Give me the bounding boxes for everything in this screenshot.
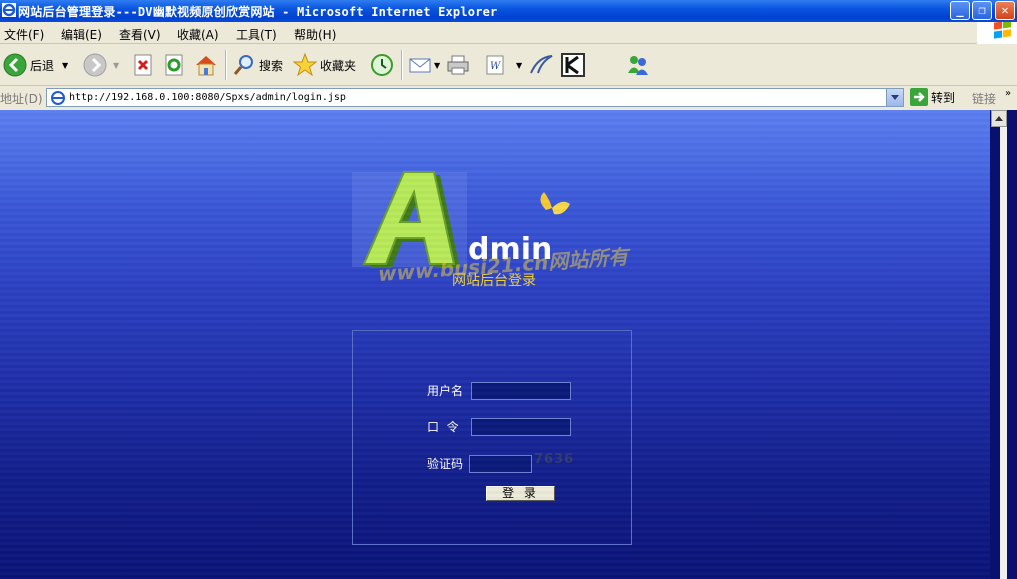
search-button[interactable]: 搜索 xyxy=(232,52,283,78)
search-label: 搜索 xyxy=(259,58,284,73)
menu-tools[interactable]: 工具(T) xyxy=(236,26,277,43)
address-url: http://192.168.0.100:8080/Spxs/admin/log… xyxy=(69,92,346,103)
stop-icon xyxy=(134,54,152,76)
print-button[interactable] xyxy=(446,52,470,78)
mail-icon xyxy=(409,58,431,73)
captcha-image[interactable]: 7636 xyxy=(534,452,574,467)
menu-help[interactable]: 帮助(H) xyxy=(294,26,336,43)
menu-favorites[interactable]: 收藏(A) xyxy=(177,26,219,43)
svg-text:W: W xyxy=(490,61,501,72)
kaspersky-icon xyxy=(561,53,585,77)
favorites-star-icon xyxy=(293,53,317,77)
window-title-bar[interactable]: 网站后台管理登录---DV幽默视频原创欣赏网站 - Microsoft Inte… xyxy=(0,0,1017,22)
history-icon xyxy=(371,54,393,76)
captcha-input[interactable] xyxy=(469,455,532,473)
address-dropdown-icon[interactable] xyxy=(886,89,903,106)
go-arrow-icon xyxy=(910,88,928,106)
favorites-button[interactable]: 收藏夹 xyxy=(293,52,356,78)
menu-file[interactable]: 文件(F) xyxy=(4,26,44,43)
page-content: dmin www.busi21.cn网站所有 网站后台登录 用户名 口 令 验证… xyxy=(0,110,990,579)
menu-bar: 文件(F) 编辑(E) 查看(V) 收藏(A) 工具(T) 帮助(H) xyxy=(0,20,1017,44)
print-icon xyxy=(447,55,469,75)
username-input[interactable] xyxy=(471,382,571,400)
back-label: 后退 xyxy=(30,58,55,73)
scroll-up-button[interactable] xyxy=(991,110,1007,127)
address-input[interactable]: http://192.168.0.100:8080/Spxs/admin/log… xyxy=(46,88,904,107)
menu-edit[interactable]: 编辑(E) xyxy=(61,26,102,43)
back-button[interactable]: 后退 ▼ xyxy=(3,52,68,78)
scrollbar-track[interactable] xyxy=(1000,110,1007,579)
messenger-icon xyxy=(628,56,648,75)
go-button[interactable]: 转到 xyxy=(910,88,955,106)
edit-dropdown-icon[interactable]: ▼ xyxy=(516,61,522,70)
search-icon xyxy=(233,55,253,75)
discuss-button[interactable] xyxy=(528,52,554,78)
menu-view[interactable]: 查看(V) xyxy=(119,26,161,43)
close-button[interactable]: ✕ xyxy=(995,1,1015,20)
login-button[interactable]: 登 录 xyxy=(486,486,555,501)
kaspersky-button[interactable] xyxy=(561,52,585,78)
restore-button[interactable]: ❐ xyxy=(972,1,992,20)
vertical-scrollbar[interactable] xyxy=(990,110,1017,579)
password-input[interactable] xyxy=(471,418,571,436)
forward-icon xyxy=(83,53,107,77)
address-bar: 地址(D) http://192.168.0.100:8080/Spxs/adm… xyxy=(0,86,1017,110)
back-icon xyxy=(3,53,27,77)
stop-button[interactable] xyxy=(133,52,153,78)
links-label[interactable]: 链接 xyxy=(972,90,996,107)
page-icon xyxy=(51,91,65,105)
toolbar-separator xyxy=(401,50,403,80)
window-title: 网站后台管理登录---DV幽默视频原创欣赏网站 - Microsoft Inte… xyxy=(18,5,498,19)
refresh-icon xyxy=(165,54,183,76)
login-panel: 用户名 口 令 验证码 7636 登 录 xyxy=(352,330,632,545)
history-button[interactable] xyxy=(370,52,394,78)
windows-logo-icon xyxy=(977,20,1017,44)
messenger-button[interactable] xyxy=(626,52,650,78)
go-label: 转到 xyxy=(931,90,956,105)
username-label: 用户名 xyxy=(427,384,464,398)
refresh-button[interactable] xyxy=(164,52,184,78)
ie-icon xyxy=(2,3,16,17)
home-icon xyxy=(196,56,216,76)
address-label: 地址(D) xyxy=(0,92,43,106)
discuss-icon xyxy=(530,55,553,74)
back-dropdown-icon[interactable]: ▼ xyxy=(62,61,68,70)
edit-button[interactable]: W ▼ xyxy=(484,52,522,78)
home-button[interactable] xyxy=(194,52,218,78)
password-label: 口 令 xyxy=(427,420,459,434)
forward-button[interactable]: ▼ xyxy=(83,52,119,78)
toolbar: 后退 ▼ ▼ 搜索 收藏夹 ▼ W ▼ xyxy=(0,44,1017,86)
toolbar-separator xyxy=(225,50,227,80)
minimize-button[interactable]: _ xyxy=(950,1,970,20)
favorites-label: 收藏夹 xyxy=(320,58,357,73)
login-subtitle: 网站后台登录 xyxy=(452,273,536,289)
mail-button[interactable]: ▼ xyxy=(408,52,440,78)
forward-dropdown-icon[interactable]: ▼ xyxy=(113,61,119,70)
mail-dropdown-icon[interactable]: ▼ xyxy=(434,61,440,70)
captcha-label: 验证码 xyxy=(427,457,464,471)
links-chevron-icon[interactable]: » xyxy=(1005,88,1011,99)
edit-word-icon: W xyxy=(486,55,504,75)
